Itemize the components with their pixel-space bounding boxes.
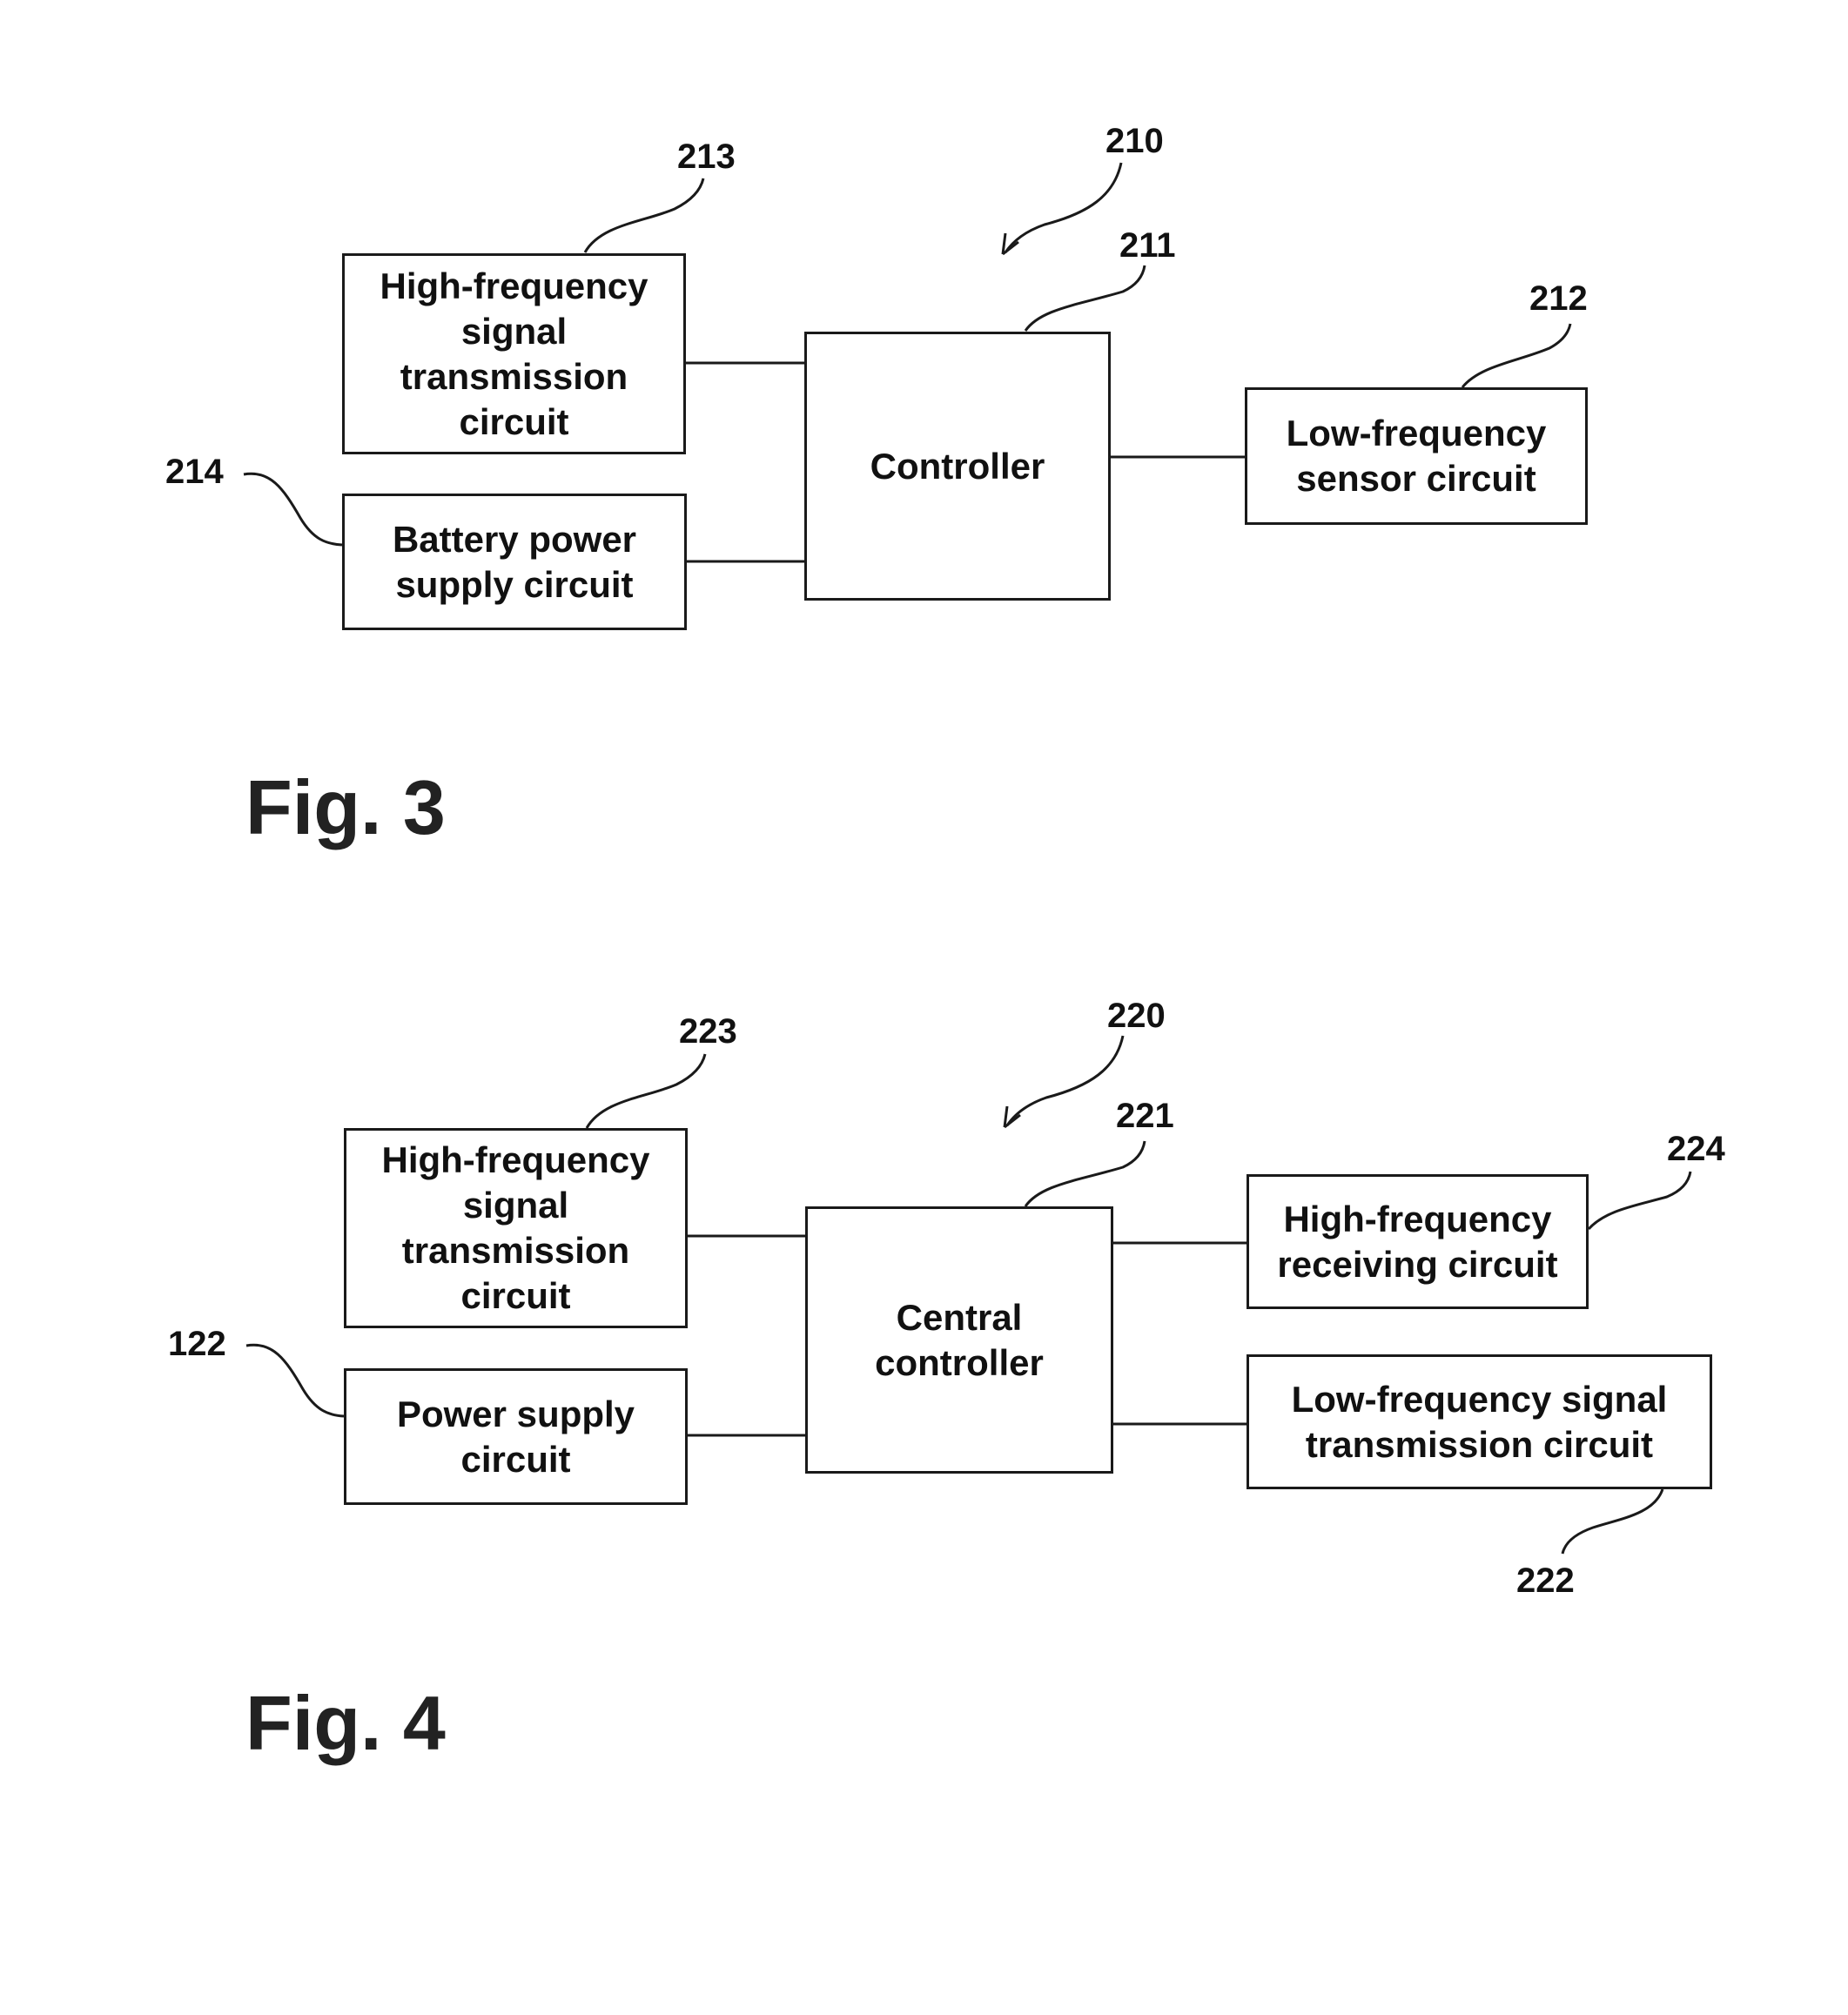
leader-220 [1005, 1035, 1125, 1126]
leader-122 [245, 1343, 345, 1418]
ref-122: 122 [168, 1325, 226, 1363]
hf-transmission-circuit-box-fig4: High-frequency signal transmission circu… [344, 1128, 688, 1328]
lf-transmission-circuit-box: Low-frequency signal transmission circui… [1247, 1354, 1712, 1489]
leader-222 [1561, 1488, 1664, 1555]
leader-224 [1587, 1171, 1692, 1231]
ref-220: 220 [1107, 997, 1166, 1035]
battery-power-supply-box: Battery power supply circuit [342, 494, 687, 630]
lf-transmission-circuit-label: Low-frequency signal transmission circui… [1291, 1378, 1668, 1465]
central-controller-label: Central controller [875, 1296, 1044, 1383]
ref-224: 224 [1667, 1130, 1725, 1168]
ref-222: 222 [1516, 1562, 1575, 1600]
figure-3-caption: Fig. 3 [245, 764, 446, 850]
arrowhead-220 [1003, 1105, 1021, 1129]
leader-213 [583, 178, 705, 253]
figure-4-caption: Fig. 4 [245, 1680, 446, 1766]
controller-label: Controller [870, 445, 1045, 487]
hf-transmission-circuit-label-fig4: High-frequency signal transmission circu… [381, 1139, 650, 1316]
arrowhead-210 [1001, 232, 1019, 256]
lf-sensor-circuit-box: Low-frequency sensor circuit [1245, 387, 1588, 525]
ref-213: 213 [677, 138, 736, 176]
ref-211: 211 [1119, 226, 1176, 265]
lf-sensor-circuit-label: Low-frequency sensor circuit [1286, 413, 1547, 499]
leader-223 [585, 1053, 707, 1129]
controller-box: Controller [804, 332, 1111, 601]
hf-transmission-circuit-box: High-frequency signal transmission circu… [342, 253, 686, 454]
hf-transmission-circuit-label: High-frequency signal transmission circu… [380, 265, 648, 442]
power-supply-circuit-box: Power supply circuit [344, 1368, 688, 1505]
leader-221 [1024, 1140, 1146, 1207]
leader-214 [243, 472, 343, 547]
hf-receiving-circuit-box: High-frequency receiving circuit [1247, 1174, 1589, 1309]
power-supply-circuit-label: Power supply circuit [396, 1393, 635, 1480]
leader-211 [1024, 265, 1146, 332]
ref-223: 223 [679, 1012, 737, 1051]
ref-210: 210 [1105, 122, 1164, 160]
leader-210 [1004, 162, 1123, 253]
battery-power-supply-label: Battery power supply circuit [392, 518, 637, 605]
ref-214: 214 [165, 453, 224, 491]
ref-221: 221 [1116, 1097, 1174, 1135]
hf-receiving-circuit-label: High-frequency receiving circuit [1277, 1198, 1558, 1285]
central-controller-box: Central controller [805, 1206, 1113, 1474]
leader-212 [1461, 323, 1572, 388]
ref-212: 212 [1529, 279, 1588, 318]
